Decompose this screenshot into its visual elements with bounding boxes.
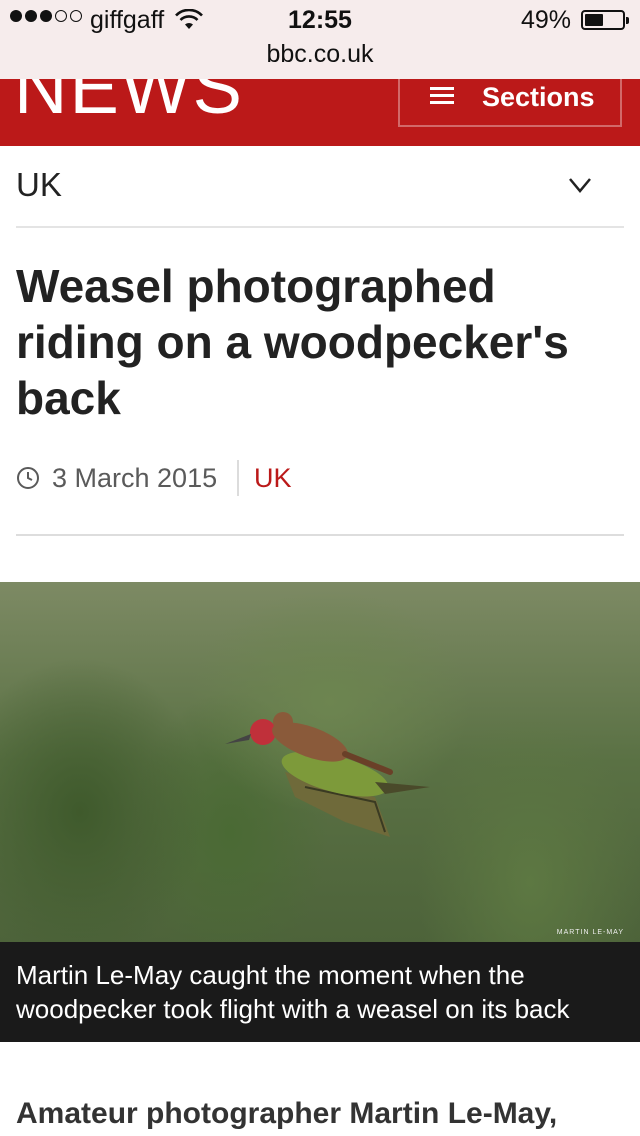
article-meta: 3 March 2015 UK — [16, 458, 624, 536]
image-caption: Martin Le-May caught the moment when the… — [0, 942, 640, 1042]
hamburger-icon — [430, 87, 454, 105]
battery-icon — [581, 10, 629, 30]
sections-menu-button[interactable]: Sections — [398, 79, 622, 127]
sections-label: Sections — [482, 82, 595, 112]
news-logo[interactable]: NEWS — [14, 79, 244, 130]
status-bar: giffgaff 12:55 49% — [0, 0, 640, 40]
article-date: 3 March 2015 — [52, 463, 218, 493]
url-bar[interactable]: bbc.co.uk — [0, 40, 640, 69]
chevron-down-icon — [569, 178, 591, 193]
article-section-link[interactable]: UK — [254, 463, 292, 494]
image-caption-text: Martin Le-May caught the moment when the… — [16, 960, 570, 1024]
meta-divider — [237, 460, 239, 496]
site-header: NEWS Sections — [0, 79, 640, 146]
browser-chrome: giffgaff 12:55 49% bbc.co.uk — [0, 0, 640, 79]
article-intro: Amateur photographer Martin Le-May, — [16, 1097, 558, 1130]
weasel-woodpecker-illustration — [225, 712, 430, 837]
clock-icon — [17, 467, 39, 489]
article-image[interactable]: MARTIN LE-MAY — [0, 582, 640, 942]
battery-percent: 49% — [521, 6, 572, 34]
section-selector[interactable]: UK — [16, 146, 624, 228]
photo-credit: MARTIN LE-MAY — [556, 929, 624, 936]
article-headline: Weasel photographed riding on a woodpeck… — [16, 260, 569, 424]
section-selector-label: UK — [16, 166, 62, 203]
